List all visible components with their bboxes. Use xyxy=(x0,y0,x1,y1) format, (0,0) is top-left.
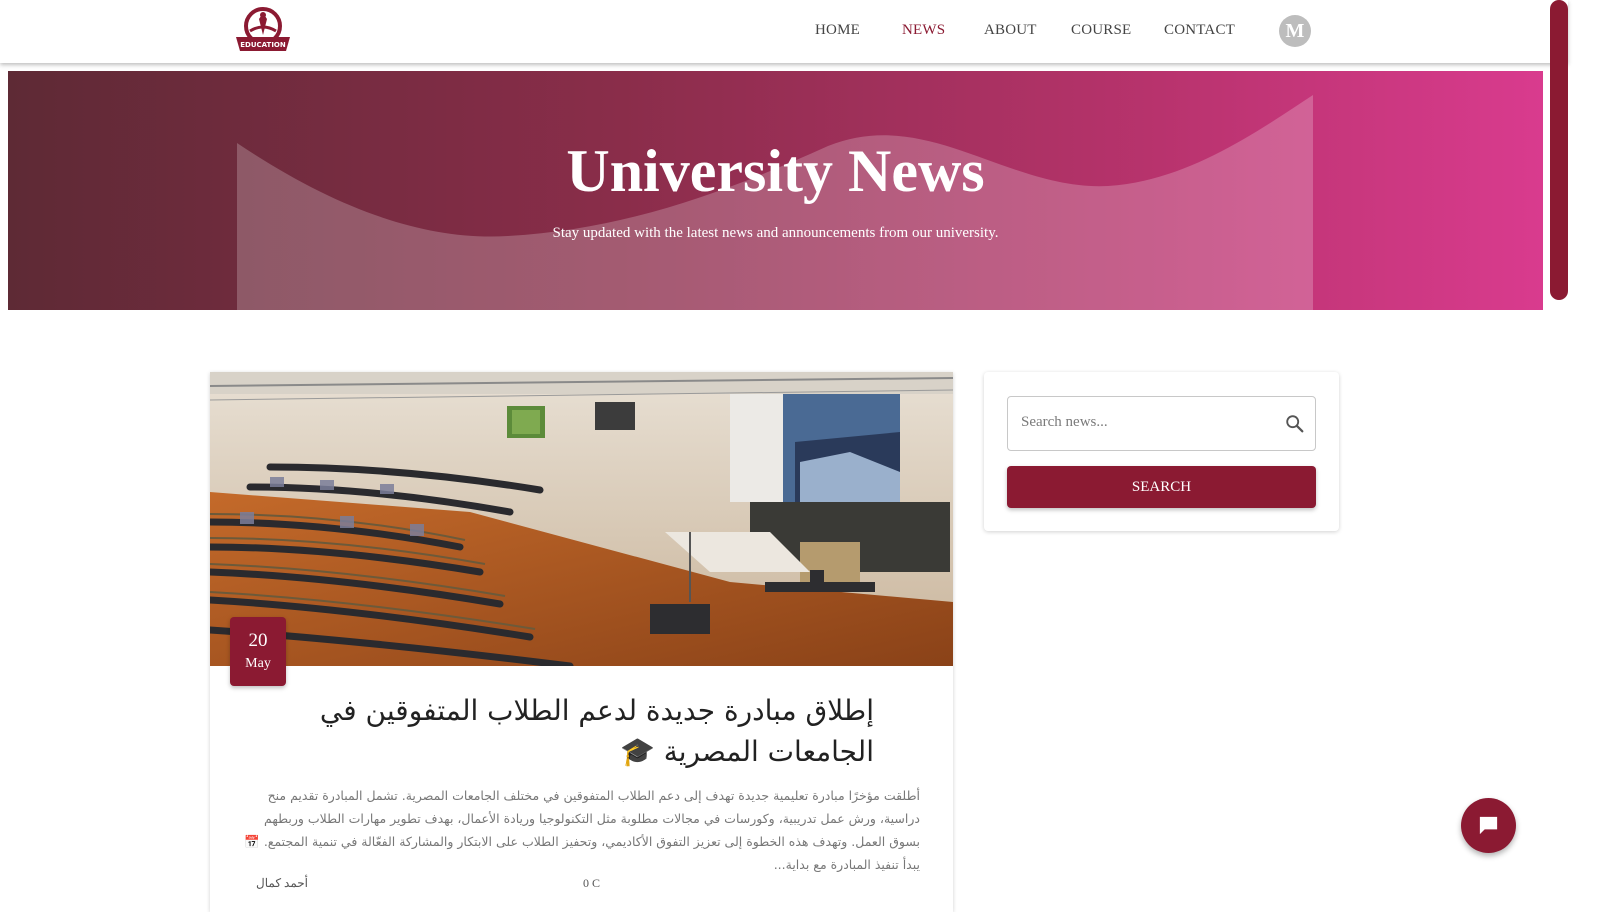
svg-text:EDUCATION: EDUCATION xyxy=(240,41,286,49)
news-card-image[interactable] xyxy=(210,372,953,666)
post-comments: 0 C xyxy=(583,876,601,890)
post-date-month: May xyxy=(245,656,271,671)
search-input[interactable] xyxy=(1021,414,1261,431)
post-title[interactable]: إطلاق مبادرة جديدة لدعم الطلاب المتفوقين… xyxy=(234,690,924,772)
nav-news[interactable]: NEWS xyxy=(902,22,945,39)
post-title-text[interactable]: إطلاق مبادرة جديدة لدعم الطلاب المتفوقين… xyxy=(320,694,874,768)
post-date-day: 20 xyxy=(248,630,268,651)
search-widget: SEARCH xyxy=(984,372,1339,531)
nav-contact[interactable]: CONTACT xyxy=(1164,22,1235,39)
chat-button[interactable] xyxy=(1461,798,1516,853)
chat-icon xyxy=(1479,816,1498,835)
post-author: أحمد كمال xyxy=(256,876,309,890)
hero-banner: University News Stay updated with the la… xyxy=(8,71,1543,310)
page-scrollbar-thumb[interactable] xyxy=(1550,0,1568,300)
nav-course[interactable]: COURSE xyxy=(1071,22,1131,39)
user-avatar[interactable]: M xyxy=(1279,15,1311,47)
hero-subtitle: Stay updated with the latest news and an… xyxy=(552,225,999,241)
nav-about[interactable]: ABOUT xyxy=(984,22,1037,39)
post-excerpt: أطلقت مؤخرًا مبادرة تعليمية جديدة تهدف إ… xyxy=(244,788,920,872)
top-navbar: EDUCATION HOME NEWS ABOUT COURSE CONTACT… xyxy=(0,0,1568,63)
graduation-cap-icon: 🎓 xyxy=(619,735,655,768)
education-logo[interactable]: EDUCATION xyxy=(234,5,292,53)
hero-title: University News xyxy=(566,138,985,204)
nav-home[interactable]: HOME xyxy=(815,22,860,39)
post-date-badge: 20 May xyxy=(230,617,286,686)
search-box[interactable] xyxy=(1007,396,1316,451)
search-icon[interactable] xyxy=(1284,413,1306,435)
search-button[interactable]: SEARCH xyxy=(1007,466,1316,508)
